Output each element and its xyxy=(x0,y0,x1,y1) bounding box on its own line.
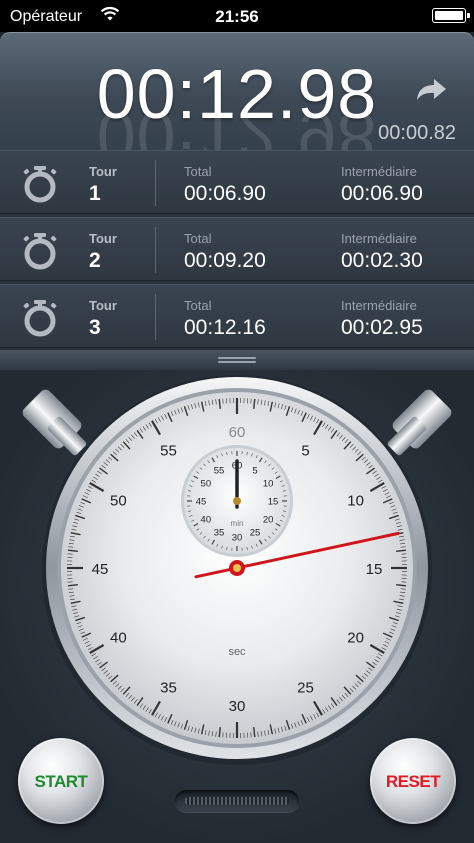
divider xyxy=(155,294,156,340)
reset-button-label: RESET xyxy=(385,772,441,791)
stopwatch-app: Opérateur 21:56 00:12.98 00:12.98 00:00.… xyxy=(0,0,474,843)
minutes-label: 15 xyxy=(268,497,279,508)
minutes-label: 25 xyxy=(250,528,261,539)
lap-number: 2 xyxy=(89,249,101,272)
minutes-label: 40 xyxy=(201,515,212,526)
total-time: 00:06.90 xyxy=(184,182,266,205)
drawer-grip-icon[interactable] xyxy=(218,357,256,363)
seconds-label: 40 xyxy=(110,630,127,647)
minute-hand-pivot xyxy=(233,497,241,505)
status-bar: Opérateur 21:56 xyxy=(0,0,474,32)
lap-number: 3 xyxy=(89,316,101,339)
drawer-handle[interactable] xyxy=(0,350,474,370)
start-button-label: START xyxy=(34,772,88,791)
time-display: 00:12.98 00:12.98 00:00.82 xyxy=(0,32,474,150)
right-crown xyxy=(387,389,452,456)
lap-label: Tour xyxy=(89,164,117,179)
seconds-label: 5 xyxy=(301,442,309,459)
seconds-label: 30 xyxy=(229,698,246,715)
lap-label: Tour xyxy=(89,298,117,313)
total-label: Total xyxy=(184,298,212,313)
seconds-label: 35 xyxy=(160,680,177,697)
battery-icon xyxy=(432,8,470,23)
total-label: Total xyxy=(184,164,212,179)
lap-row[interactable]: Tour 3 Total 00:12.16 Intermédiaire 00:0… xyxy=(0,284,474,348)
lap-number: 1 xyxy=(89,182,101,205)
split-label: Intermédiaire xyxy=(341,164,417,179)
second-hand-cap xyxy=(233,564,241,572)
split-label: Intermédiaire xyxy=(341,298,417,313)
seconds-label: 20 xyxy=(347,630,364,647)
lap-row[interactable]: Tour 2 Total 00:09.20 Intermédiaire 00:0… xyxy=(0,217,474,281)
seconds-label: 45 xyxy=(92,561,109,578)
share-arrow-icon[interactable] xyxy=(414,76,448,107)
seconds-label: 10 xyxy=(347,493,364,510)
minutes-label: 5 xyxy=(252,465,257,476)
minutes-unit-label: min xyxy=(231,519,244,528)
split-label: Intermédiaire xyxy=(341,231,417,246)
total-time: 00:12.16 xyxy=(184,316,266,339)
seconds-label: 15 xyxy=(366,561,383,578)
lap-row[interactable]: Tour 1 Total 00:06.90 Intermédiaire 00:0… xyxy=(0,150,474,214)
left-crown xyxy=(22,389,87,456)
divider xyxy=(155,160,156,206)
seconds-label: 50 xyxy=(110,493,127,510)
reset-button[interactable]: RESET xyxy=(370,738,456,824)
clock-time: 21:56 xyxy=(215,7,259,26)
minutes-label: 45 xyxy=(196,497,207,508)
seconds-label: 25 xyxy=(297,680,314,697)
seconds-unit-label: sec xyxy=(228,646,246,658)
stopwatch-icon xyxy=(20,164,60,209)
current-lap-time: 00:00.82 xyxy=(378,122,456,144)
minutes-label: 20 xyxy=(263,515,274,526)
seconds-label: 60 xyxy=(229,424,246,441)
total-label: Total xyxy=(184,231,212,246)
minutes-label: 50 xyxy=(201,479,212,490)
minutes-label: 35 xyxy=(214,528,225,539)
lap-label: Tour xyxy=(89,231,117,246)
start-button[interactable]: START xyxy=(18,738,104,824)
stopwatch-icon xyxy=(20,298,60,343)
divider xyxy=(155,227,156,273)
stopwatch-icon xyxy=(20,231,60,276)
split-time: 00:06.90 xyxy=(341,182,423,205)
minutes-label: 10 xyxy=(263,479,274,490)
lap-list: Tour 1 Total 00:06.90 Intermédiaire 00:0… xyxy=(0,150,474,355)
minutes-label: 30 xyxy=(232,533,243,544)
seconds-label: 55 xyxy=(160,442,177,459)
speaker-grille-icon xyxy=(175,790,299,812)
total-time: 00:09.20 xyxy=(184,249,266,272)
minutes-label: 55 xyxy=(214,465,225,476)
split-time: 00:02.30 xyxy=(341,249,423,272)
split-time: 00:02.95 xyxy=(341,316,423,339)
